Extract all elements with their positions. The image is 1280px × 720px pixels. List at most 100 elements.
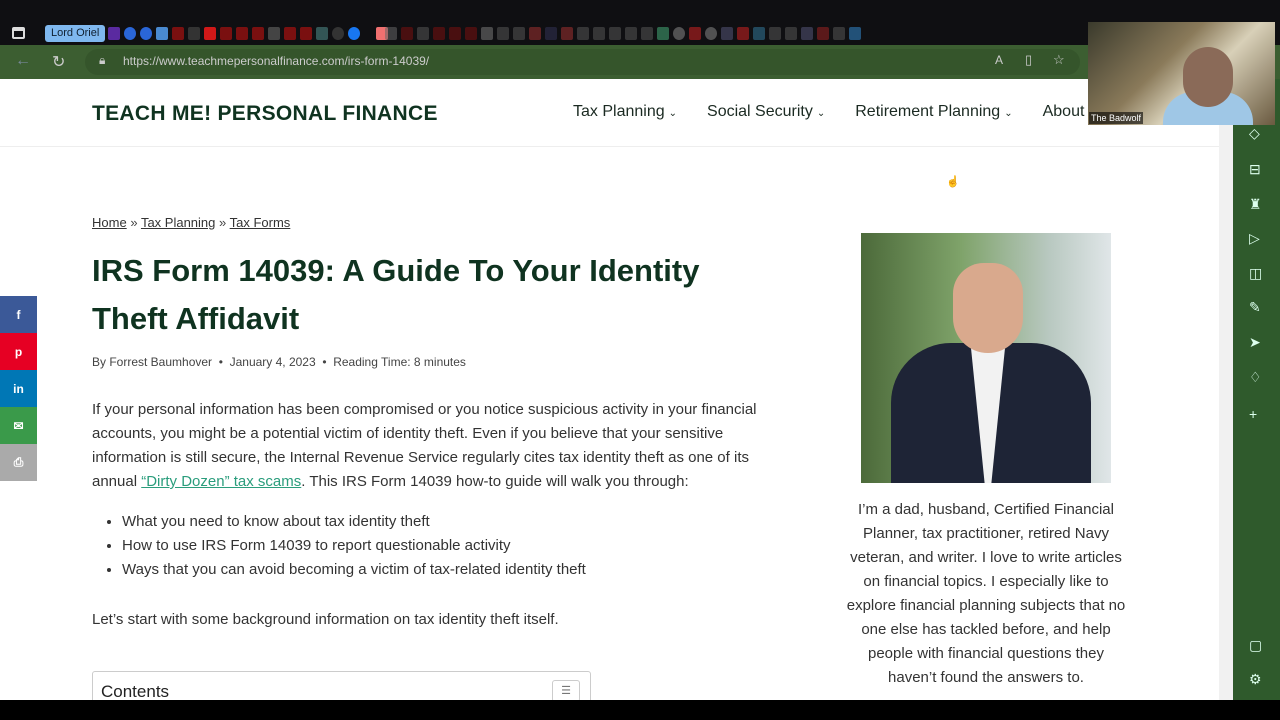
favorite-icon[interactable] xyxy=(204,26,216,40)
favorite-icon[interactable] xyxy=(252,26,264,40)
favorite-icon[interactable] xyxy=(401,26,413,40)
favorite-icon[interactable] xyxy=(609,26,621,40)
favorite-icon[interactable] xyxy=(348,26,360,40)
toc-title: Contents xyxy=(101,682,170,700)
favorite-icon[interactable] xyxy=(220,26,232,40)
url-path: irs-form-14039/ xyxy=(347,54,430,68)
favorite-icon[interactable] xyxy=(124,26,136,40)
favorite-icon[interactable] xyxy=(172,26,184,40)
chess-icon[interactable]: ♜ xyxy=(1249,196,1262,213)
favorite-icon[interactable] xyxy=(577,26,589,40)
favorite-icon[interactable] xyxy=(705,26,717,40)
add-icon[interactable]: + xyxy=(1249,406,1257,422)
sidebar-toggle-icon[interactable]: ▢ xyxy=(1249,637,1262,654)
breadcrumb-tax-planning[interactable]: Tax Planning xyxy=(141,215,215,230)
nav-about[interactable]: About xyxy=(1043,103,1085,121)
favorite-icon[interactable] xyxy=(561,26,573,40)
favorite-icon[interactable] xyxy=(236,26,248,40)
linkedin-icon[interactable]: in xyxy=(0,370,37,407)
refresh-icon[interactable]: ↻ xyxy=(52,52,65,72)
favorite-icon[interactable] xyxy=(721,26,733,40)
favorite-icon[interactable] xyxy=(300,26,312,40)
favorite-icon[interactable] xyxy=(465,26,477,40)
settings-icon[interactable]: ⚙ xyxy=(1249,671,1262,688)
favorite-icon[interactable] xyxy=(753,26,765,40)
outlook-icon[interactable]: ◫ xyxy=(1249,265,1262,282)
list-item: What you need to know about tax identity… xyxy=(122,510,772,534)
favorite-icon[interactable] xyxy=(737,26,749,40)
scrollbar[interactable] xyxy=(1219,79,1233,700)
back-icon[interactable]: ← xyxy=(15,52,31,70)
read-aloud-icon[interactable]: A xyxy=(995,53,1003,67)
bullet-list: What you need to know about tax identity… xyxy=(122,510,772,582)
intro-text-end: . This IRS Form 14039 how-to guide will … xyxy=(301,473,689,490)
favorite-icon[interactable] xyxy=(513,26,525,40)
briefcase-icon[interactable]: ⊟ xyxy=(1249,161,1261,178)
author[interactable]: By Forrest Baumhover xyxy=(92,355,212,369)
url-host: https://www.teachmepersonalfinance.com/ xyxy=(123,54,348,68)
favorite-icon[interactable] xyxy=(817,26,829,40)
favorite-icon[interactable] xyxy=(188,26,200,40)
favorite-icon[interactable] xyxy=(641,26,653,40)
favorite-icon[interactable] xyxy=(833,26,845,40)
dirty-dozen-link[interactable]: “Dirty Dozen” tax scams xyxy=(141,473,301,490)
favorite-icon[interactable] xyxy=(625,26,637,40)
favorite-icon[interactable] xyxy=(545,26,557,40)
send-icon[interactable]: ➤ xyxy=(1249,334,1261,351)
favorite-icon[interactable] xyxy=(108,26,120,40)
favorite-icon[interactable] xyxy=(156,26,168,40)
edit-icon[interactable]: ✎ xyxy=(1249,299,1261,316)
favorite-icon[interactable] xyxy=(268,26,280,40)
favorite-icon[interactable] xyxy=(449,26,461,40)
url-text: https://www.teachmepersonalfinance.com/i… xyxy=(123,54,429,68)
favorite-icon[interactable] xyxy=(497,26,509,40)
nav-label: Retirement Planning xyxy=(855,103,1001,120)
favorite-icon[interactable] xyxy=(529,26,541,40)
immersive-reader-icon[interactable]: ▯ xyxy=(1025,52,1032,68)
email-icon[interactable]: ✉ xyxy=(0,407,37,444)
address-bar[interactable]: 🔒︎ https://www.teachmepersonalfinance.co… xyxy=(85,49,1080,75)
favorite-icon[interactable] xyxy=(689,26,701,40)
nav-retirement-planning[interactable]: Retirement Planning ⌄ xyxy=(855,103,1012,121)
print-icon[interactable]: ⎙ xyxy=(0,444,37,481)
favorite-icon[interactable] xyxy=(140,26,152,40)
nav-social-security[interactable]: Social Security ⌄ xyxy=(707,103,825,121)
social-share-bar: f p in ✉ ⎙ xyxy=(0,296,37,481)
favorite-icon[interactable] xyxy=(417,26,429,40)
favorite-icon[interactable] xyxy=(385,26,397,40)
favorite-icon[interactable] xyxy=(284,26,296,40)
breadcrumb: Home » Tax Planning » Tax Forms xyxy=(92,215,290,230)
tab-actions-icon[interactable] xyxy=(12,27,25,39)
lock-icon[interactable]: 🔒︎ xyxy=(99,53,105,68)
toc-toggle-icon[interactable]: ☰ xyxy=(552,680,580,700)
site-logo[interactable]: TEACH ME! PERSONAL FINANCE xyxy=(92,102,438,126)
favorites-bar xyxy=(108,25,388,41)
favorite-icon[interactable] xyxy=(593,26,605,40)
pinterest-icon[interactable]: p xyxy=(0,333,37,370)
profile-button[interactable]: Lord Oriel xyxy=(45,25,106,42)
breadcrumb-tax-forms[interactable]: Tax Forms xyxy=(230,215,291,230)
favorite-icon[interactable] xyxy=(849,26,861,40)
tag-icon[interactable]: ◇ xyxy=(1249,125,1260,142)
breadcrumb-home[interactable]: Home xyxy=(92,215,127,230)
nav-label: Social Security xyxy=(707,103,813,120)
bell-icon[interactable]: ♢ xyxy=(1249,369,1262,386)
play-icon[interactable]: ▷ xyxy=(1249,230,1260,247)
favorite-star-icon[interactable]: ☆ xyxy=(1053,52,1065,68)
favorite-icon[interactable] xyxy=(332,26,344,40)
favorite-icon[interactable] xyxy=(785,26,797,40)
favorite-icon[interactable] xyxy=(801,26,813,40)
favorite-icon[interactable] xyxy=(481,26,493,40)
favorite-icon[interactable] xyxy=(673,26,685,40)
nav-tax-planning[interactable]: Tax Planning ⌄ xyxy=(573,103,677,121)
favorite-icon[interactable] xyxy=(769,26,781,40)
page-title: IRS Form 14039: A Guide To Your Identity… xyxy=(92,253,700,336)
breadcrumb-separator: » xyxy=(130,215,138,230)
favorite-icon[interactable] xyxy=(433,26,445,40)
mouse-cursor-icon: ☝ xyxy=(946,176,960,188)
favorite-icon[interactable] xyxy=(657,26,669,40)
facebook-icon[interactable]: f xyxy=(0,296,37,333)
intro-paragraph: If your personal information has been co… xyxy=(92,398,772,494)
chevron-down-icon: ⌄ xyxy=(1004,108,1013,119)
favorite-icon[interactable] xyxy=(316,26,328,40)
